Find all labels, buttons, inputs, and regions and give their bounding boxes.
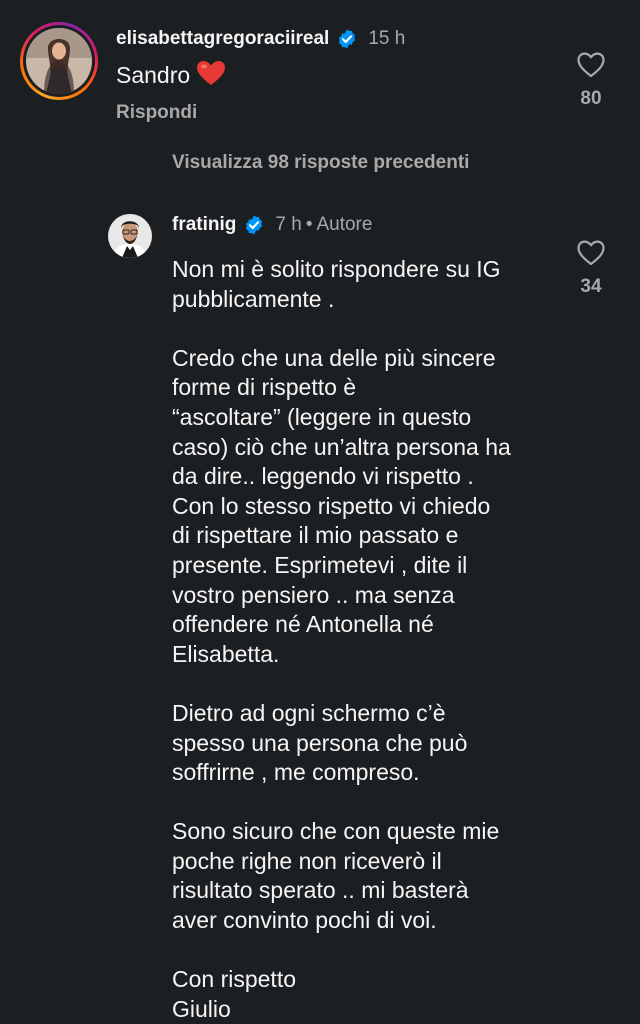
comment-username[interactable]: fratinig: [172, 214, 236, 236]
reply-button[interactable]: Rispondi: [116, 102, 197, 124]
verified-badge-icon: [243, 214, 265, 236]
like-count: 80: [580, 88, 602, 109]
avatar: [26, 28, 92, 94]
avatar-story-ring[interactable]: [20, 22, 98, 100]
comment-text-container: Sandro: [116, 60, 226, 91]
like-button[interactable]: 34: [569, 240, 613, 298]
comment-username[interactable]: elisabettagregoraciireal: [116, 28, 329, 50]
heart-outline-icon: [577, 52, 605, 78]
avatar[interactable]: [108, 214, 152, 258]
heart-outline-icon: [577, 240, 605, 266]
view-previous-replies-button[interactable]: Visualizza 98 risposte precedenti: [172, 152, 469, 174]
author-badge: Autore: [316, 214, 373, 235]
comment-time: 7 h: [275, 214, 302, 235]
like-button[interactable]: 80: [569, 52, 613, 110]
comment-time: 15 h: [368, 28, 406, 49]
separator-dot: •: [305, 214, 313, 235]
verified-badge-icon: [336, 28, 358, 50]
comment-text: Sandro: [116, 62, 191, 88]
comment-text: Non mi è solito rispondere su IG pubblic…: [172, 256, 511, 1022]
red-heart-emoji: [196, 60, 226, 86]
like-count: 34: [580, 276, 602, 297]
